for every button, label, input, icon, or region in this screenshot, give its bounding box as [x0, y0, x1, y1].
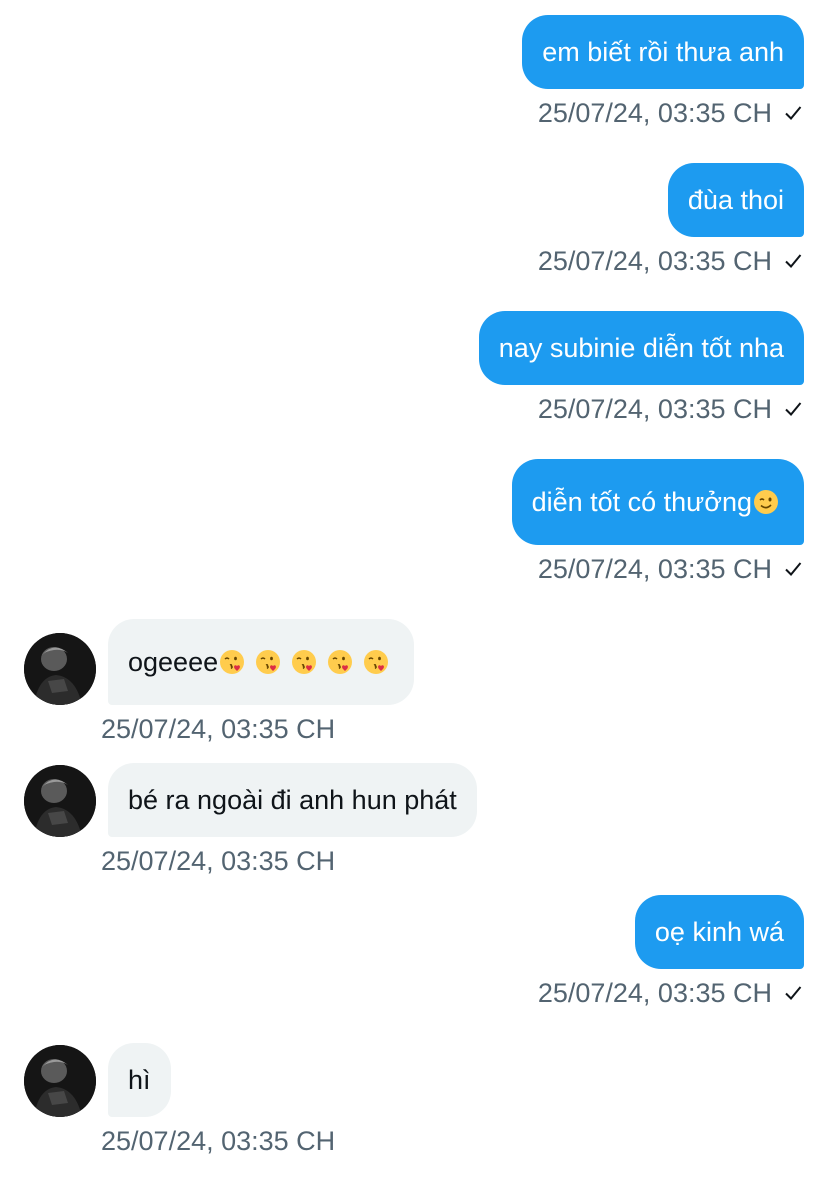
- message-timestamp: 25/07/24, 03:35 CH: [537, 246, 772, 276]
- avatar-icon: [24, 765, 96, 837]
- message-bubble-incoming[interactable]: ogeeee: [108, 619, 415, 705]
- message-bubble-outgoing[interactable]: diễn tốt có thưởng: [511, 459, 804, 545]
- avatar-icon: [24, 633, 96, 705]
- message-meta: 25/07/24, 03:35 CH: [101, 1126, 335, 1156]
- message-timestamp: 25/07/24, 03:35 CH: [101, 1126, 336, 1156]
- face-blowing-kiss-emoji: [363, 649, 389, 675]
- avatar[interactable]: [24, 633, 96, 705]
- message-meta: 25/07/24, 03:35 CH: [538, 394, 802, 424]
- avatar[interactable]: [24, 765, 96, 837]
- message-text: bé ra ngoài đi anh hun phát: [128, 784, 457, 815]
- message-meta: 25/07/24, 03:35 CH: [538, 98, 802, 128]
- message-text: nay subinie diễn tốt nha: [498, 332, 784, 363]
- message-timestamp: 25/07/24, 03:35 CH: [537, 978, 772, 1008]
- avatar[interactable]: [24, 1045, 96, 1117]
- message-text: em biết rồi thưa anh: [542, 36, 784, 67]
- face-blowing-kiss-emoji: [327, 649, 353, 675]
- message-timestamp: 25/07/24, 03:35 CH: [101, 714, 336, 744]
- message-meta: 25/07/24, 03:35 CH: [101, 846, 335, 876]
- message-bubble-outgoing[interactable]: em biết rồi thưa anh: [522, 15, 804, 89]
- message-text: oẹ kinh wá: [654, 916, 784, 947]
- message-timestamp: 25/07/24, 03:35 CH: [537, 98, 772, 128]
- check-icon: [784, 560, 802, 578]
- check-icon: [784, 252, 802, 270]
- face-blowing-kiss-emoji: [219, 649, 245, 675]
- message-bubble-outgoing[interactable]: oẹ kinh wá: [634, 895, 804, 969]
- message-timestamp: 25/07/24, 03:35 CH: [537, 394, 772, 424]
- message-meta: 25/07/24, 03:35 CH: [538, 554, 802, 584]
- avatar-icon: [24, 1045, 96, 1117]
- check-icon: [784, 104, 802, 122]
- message-timestamp: 25/07/24, 03:35 CH: [537, 554, 772, 584]
- message-bubble-incoming[interactable]: bé ra ngoài đi anh hun phát: [108, 763, 477, 837]
- face-blowing-kiss-emoji: [255, 649, 281, 675]
- check-icon: [784, 400, 802, 418]
- message-text: ogeeee: [128, 646, 219, 677]
- winking-face-emoji: [753, 489, 779, 515]
- message-bubble-incoming[interactable]: hì: [108, 1043, 171, 1117]
- message-meta: 25/07/24, 03:35 CH: [538, 978, 802, 1008]
- message-text: đùa thoi: [687, 184, 784, 215]
- check-icon: [784, 984, 802, 1002]
- message-bubble-outgoing[interactable]: đùa thoi: [667, 163, 804, 237]
- message-meta: 25/07/24, 03:35 CH: [538, 246, 802, 276]
- message-text: hì: [128, 1064, 151, 1095]
- face-blowing-kiss-emoji: [291, 649, 317, 675]
- message-bubble-outgoing[interactable]: nay subinie diễn tốt nha: [478, 311, 804, 385]
- message-text: diễn tốt có thưởng: [531, 486, 752, 517]
- message-timestamp: 25/07/24, 03:35 CH: [101, 846, 336, 876]
- message-meta: 25/07/24, 03:35 CH: [101, 714, 335, 744]
